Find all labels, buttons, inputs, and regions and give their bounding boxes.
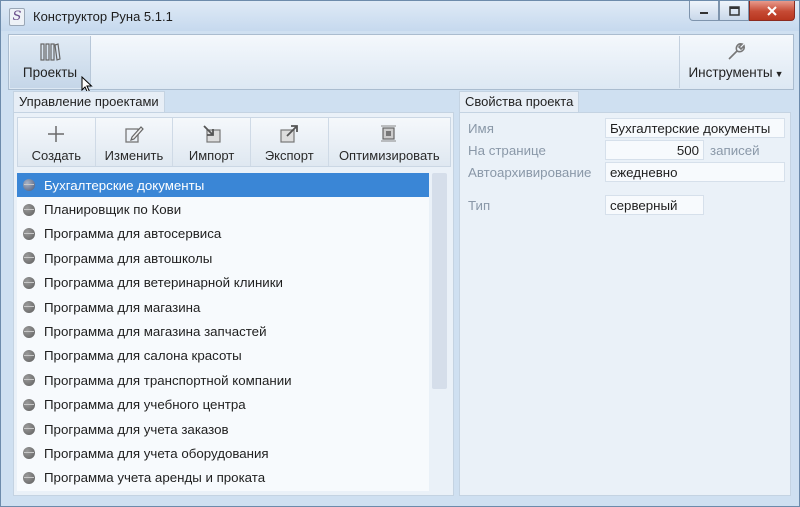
list-item[interactable]: Программа для учета оборудования	[17, 441, 429, 465]
import-icon	[201, 124, 223, 144]
window-controls	[689, 1, 795, 21]
export-button[interactable]: Экспорт	[251, 118, 329, 166]
edit-label: Изменить	[104, 148, 164, 163]
type-label: Тип	[468, 198, 491, 213]
wrench-icon	[724, 41, 748, 63]
list-item-label: Программа для салона красоты	[44, 348, 242, 364]
tools-button[interactable]: Инструменты ▼	[679, 36, 792, 88]
ribbon-toolbar: Проекты Инструменты ▼	[8, 34, 794, 90]
maximize-button[interactable]	[719, 1, 749, 21]
name-field[interactable]: Бухгалтерские документы	[605, 118, 785, 138]
project-management-panel: Создать Изменить Импорт Экспорт Оптимизи…	[13, 112, 454, 496]
project-list[interactable]: Бухгалтерские документы Планировщик по Ко…	[17, 173, 429, 491]
app-window: S Конструктор Руна 5.1.1 Проекты Инструм…	[0, 0, 800, 507]
project-bullet-icon	[23, 349, 35, 362]
project-properties-panel: Имя Бухгалтерские документы На странице …	[459, 112, 791, 496]
import-button[interactable]: Импорт	[173, 118, 251, 166]
list-item-label: Программа для учета заказов	[44, 421, 229, 437]
tools-label: Инструменты	[688, 65, 773, 80]
list-item-label: Программа для автосервиса	[44, 226, 222, 242]
list-item[interactable]: Программа для ветеринарной клиники	[17, 271, 429, 295]
optimize-button[interactable]: Оптимизировать	[329, 118, 450, 166]
list-item-label: Программа для учебного центра	[44, 397, 246, 413]
maximize-icon	[728, 5, 740, 16]
project-bullet-icon	[23, 471, 35, 484]
list-item[interactable]: Программа для салона красоты	[17, 344, 429, 368]
project-bullet-icon	[23, 276, 35, 289]
list-item[interactable]: Программа для учета заказов	[17, 417, 429, 441]
projects-label: Проекты	[22, 65, 78, 80]
project-bullet-icon	[23, 203, 35, 216]
list-item-label: Программа для ветеринарной клиники	[44, 275, 283, 291]
list-scrollbar[interactable]	[431, 173, 448, 491]
autoarchive-label: Автоархивирование	[468, 165, 592, 180]
type-field[interactable]: серверный	[605, 195, 704, 215]
scrollbar-thumb[interactable]	[432, 173, 447, 389]
list-item-label: Планировщик по Кови	[44, 202, 182, 218]
app-icon[interactable]: S	[9, 8, 25, 26]
list-item[interactable]: Программа для транспортной компании	[17, 368, 429, 392]
optimize-icon	[378, 124, 400, 144]
title-bar[interactable]: S Конструктор Руна 5.1.1	[1, 1, 799, 31]
chevron-down-icon: ▼	[774, 69, 784, 79]
list-item-label: Программа учета аренды и проката	[44, 470, 266, 486]
projects-button[interactable]: Проекты	[10, 36, 91, 88]
list-item[interactable]: Программа для магазина	[17, 295, 429, 319]
project-bullet-icon	[23, 227, 35, 240]
create-label: Создать	[31, 148, 82, 163]
import-label: Импорт	[188, 148, 235, 163]
create-button[interactable]: Создать	[18, 118, 96, 166]
project-bullet-icon	[23, 301, 35, 314]
minimize-icon	[700, 11, 708, 14]
project-bullet-icon	[23, 447, 35, 460]
project-bullet-icon	[23, 423, 35, 436]
project-bullet-icon	[23, 325, 35, 338]
list-item-label: Программа для транспортной компании	[44, 372, 292, 388]
edit-icon	[123, 124, 145, 144]
list-item[interactable]: Программа для автошколы	[17, 246, 429, 270]
list-item[interactable]: Планировщик по Кови	[17, 197, 429, 221]
autoarchive-field[interactable]: ежедневно	[605, 162, 785, 182]
tab-project-properties[interactable]: Свойства проекта	[459, 91, 580, 112]
list-item-label: Программа для автошколы	[44, 250, 213, 266]
name-label: Имя	[468, 121, 494, 136]
list-item[interactable]: Бухгалтерские документы	[17, 173, 429, 198]
export-icon	[278, 124, 300, 144]
list-item[interactable]: Программа учета аренды и проката	[17, 466, 429, 490]
list-item-label: Программа для магазина	[44, 299, 201, 315]
plus-icon	[45, 124, 67, 144]
project-bullet-icon	[23, 398, 35, 411]
list-item-label: Программа для магазина запчастей	[44, 324, 267, 340]
close-icon	[767, 5, 777, 16]
list-item-label: Программа для учета оборудования	[44, 445, 269, 461]
list-item[interactable]: Программа для учебного центра	[17, 393, 429, 417]
minimize-button[interactable]	[689, 1, 719, 21]
tab-project-management[interactable]: Управление проектами	[13, 91, 165, 112]
books-icon	[38, 41, 62, 63]
window-title: Конструктор Руна 5.1.1	[33, 9, 173, 24]
tools-label-wrap: Инструменты ▼	[688, 65, 783, 80]
list-item[interactable]: Программа для автосервиса	[17, 222, 429, 246]
per-page-label: На странице	[468, 143, 546, 158]
project-bullet-icon	[23, 374, 35, 387]
project-bullet-icon	[23, 179, 35, 192]
close-button[interactable]	[749, 1, 795, 21]
project-toolbar: Создать Изменить Импорт Экспорт Оптимизи…	[17, 117, 451, 167]
export-label: Экспорт	[264, 148, 314, 163]
per-page-suffix: записей	[710, 143, 760, 158]
list-item[interactable]: Программа для магазина запчастей	[17, 319, 429, 343]
edit-button[interactable]: Изменить	[96, 118, 174, 166]
list-item-label: Бухгалтерские документы	[44, 177, 205, 193]
per-page-field[interactable]: 500	[605, 140, 704, 160]
project-bullet-icon	[23, 252, 35, 265]
optimize-label: Оптимизировать	[338, 148, 440, 163]
